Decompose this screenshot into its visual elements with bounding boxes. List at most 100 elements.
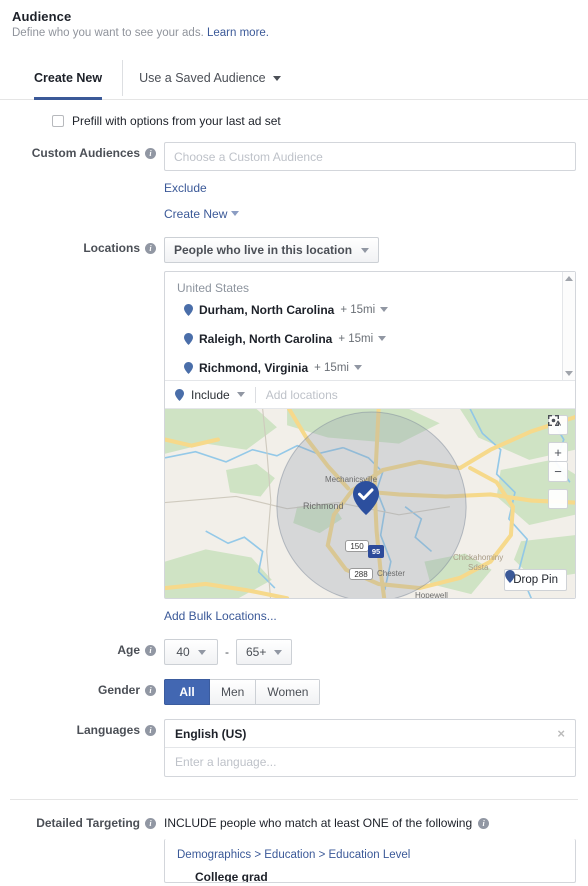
- chevron-down-icon[interactable]: [236, 392, 245, 397]
- section-divider: [10, 799, 578, 800]
- info-icon[interactable]: i: [145, 817, 156, 829]
- info-icon[interactable]: i: [145, 684, 156, 696]
- exclude-link[interactable]: Exclude: [164, 181, 207, 195]
- audience-tabs: Create New Use a Saved Audience: [0, 60, 588, 100]
- gender-label: Gender: [97, 683, 140, 697]
- scroll-down-icon[interactable]: [565, 371, 573, 376]
- chevron-down-icon: [353, 365, 362, 370]
- location-radius-dropdown[interactable]: + 15mi: [338, 332, 387, 345]
- location-radius-dropdown[interactable]: + 15mi: [314, 362, 362, 374]
- location-radius-label: + 15mi: [314, 361, 349, 374]
- chevron-down-icon: [361, 247, 370, 253]
- highway-shield-icon: 288: [349, 568, 373, 580]
- info-icon[interactable]: i: [145, 147, 156, 159]
- drop-pin-label: Drop Pin: [513, 574, 558, 586]
- list-item[interactable]: Richmond, Virginia + 15mi: [165, 353, 575, 380]
- custom-audiences-label-wrap: Custom Audiences i: [12, 142, 164, 160]
- language-input[interactable]: Enter a language...: [165, 748, 575, 776]
- locations-label: Locations: [83, 241, 140, 255]
- panel-header: Audience Define who you want to see your…: [0, 0, 588, 39]
- breadcrumb: Demographics > Education > Education Lev…: [177, 849, 411, 861]
- targeting-item[interactable]: College grad: [195, 870, 563, 882]
- custom-audiences-input[interactable]: Choose a Custom Audience: [164, 142, 576, 171]
- highway-shield-icon: 95: [368, 545, 384, 558]
- gender-row: Gender i All Men Women: [12, 679, 576, 705]
- chevron-down-icon: [197, 649, 206, 655]
- locations-row: Locations i People who live in this loca…: [12, 237, 576, 625]
- audience-panel: Audience Define who you want to see your…: [0, 0, 588, 886]
- info-icon[interactable]: i: [145, 242, 156, 254]
- prefill-checkbox[interactable]: [52, 115, 64, 127]
- chevron-down-icon: [274, 649, 283, 655]
- gender-option-all[interactable]: All: [164, 679, 210, 705]
- zoom-out-icon[interactable]: −: [548, 462, 568, 482]
- map-place-label: Hopewell: [415, 591, 448, 598]
- zoom-controls: + −: [548, 442, 568, 482]
- language-tag-label: English (US): [175, 726, 247, 741]
- map-place-label: Sdsta: [468, 563, 489, 572]
- tab-saved-audience[interactable]: Use a Saved Audience: [123, 60, 296, 96]
- gender-option-women[interactable]: Women: [256, 679, 321, 705]
- fullscreen-icon[interactable]: [548, 415, 568, 509]
- include-dropdown-label[interactable]: Include: [191, 388, 230, 402]
- tab-create-new[interactable]: Create New: [28, 60, 122, 100]
- scroll-up-icon[interactable]: [565, 276, 573, 281]
- add-locations-input[interactable]: Add locations: [266, 388, 338, 402]
- location-name: Richmond, Virginia: [199, 360, 309, 375]
- page-title: Audience: [12, 9, 72, 24]
- bulk-locations-row: Add Bulk Locations...: [164, 607, 576, 625]
- age-max-dropdown[interactable]: 65+: [236, 639, 293, 665]
- create-new-audience-link[interactable]: Create New: [164, 207, 227, 221]
- close-icon[interactable]: ×: [557, 726, 565, 741]
- locations-map[interactable]: Mechanicsville Richmond Chester Chickaho…: [165, 408, 575, 598]
- location-name: Durham, North Carolina: [199, 302, 335, 317]
- age-row: Age i 40 - 65+: [12, 639, 576, 665]
- location-radius-dropdown[interactable]: + 15mi: [340, 303, 389, 316]
- age-max-value: 65+: [246, 645, 267, 659]
- locations-label-wrap: Locations i: [12, 237, 164, 255]
- tab-saved-audience-label: Use a Saved Audience: [139, 71, 266, 85]
- zoom-in-icon[interactable]: +: [548, 442, 568, 462]
- custom-audiences-field: Choose a Custom Audience Exclude Create …: [164, 142, 576, 223]
- location-mode-dropdown[interactable]: People who live in this location: [164, 237, 380, 263]
- map-pin-icon: [505, 570, 516, 583]
- locations-list: United States Durham, North Carolina + 1…: [165, 272, 575, 380]
- age-label: Age: [117, 643, 140, 657]
- map-pin-icon: [184, 303, 193, 316]
- tab-create-new-label: Create New: [34, 71, 103, 85]
- detailed-targeting-field: INCLUDE people who match at least ONE of…: [164, 812, 576, 883]
- learn-more-link[interactable]: Learn more.: [207, 27, 269, 39]
- info-icon[interactable]: i: [145, 724, 156, 736]
- map-pin-icon: [175, 388, 184, 401]
- map-controls: ^ + −: [548, 415, 568, 509]
- detailed-targeting-instruction-wrap: INCLUDE people who match at least ONE of…: [164, 812, 576, 830]
- list-item[interactable]: Durham, North Carolina + 15mi: [165, 295, 575, 324]
- locations-scrollbar[interactable]: [562, 272, 575, 380]
- gender-option-men[interactable]: Men: [210, 679, 257, 705]
- age-separator: -: [225, 645, 229, 659]
- drop-pin-button[interactable]: Drop Pin: [504, 569, 567, 591]
- map-center-pin-icon: [353, 481, 379, 515]
- detailed-targeting-instruction: INCLUDE people who match at least ONE of…: [164, 816, 473, 830]
- languages-field: English (US) × Enter a language...: [164, 719, 576, 777]
- location-name: Raleigh, North Carolina: [199, 331, 333, 346]
- chevron-down-icon: [378, 336, 387, 341]
- detailed-targeting-label: Detailed Targeting: [36, 816, 140, 830]
- gender-label-wrap: Gender i: [12, 679, 164, 697]
- highway-shield-icon: 150: [345, 540, 369, 552]
- age-min-dropdown[interactable]: 40: [164, 639, 218, 665]
- exclude-row: Exclude: [164, 179, 576, 197]
- location-radius-label: + 15mi: [338, 332, 374, 345]
- prefill-row[interactable]: Prefill with options from your last ad s…: [52, 114, 576, 128]
- info-icon[interactable]: i: [145, 644, 156, 656]
- location-mode-label: People who live in this location: [174, 243, 353, 257]
- info-icon[interactable]: i: [478, 817, 490, 829]
- map-place-label: Chester: [377, 569, 406, 578]
- chevron-down-icon: [272, 75, 281, 81]
- languages-box: English (US) × Enter a language...: [164, 719, 576, 777]
- map-place-label: Chickahominy: [453, 553, 504, 562]
- location-radius-label: + 15mi: [340, 303, 376, 316]
- add-bulk-locations-link[interactable]: Add Bulk Locations...: [164, 609, 277, 623]
- list-item[interactable]: Raleigh, North Carolina + 15mi: [165, 324, 575, 353]
- map-pin-icon: [184, 361, 193, 374]
